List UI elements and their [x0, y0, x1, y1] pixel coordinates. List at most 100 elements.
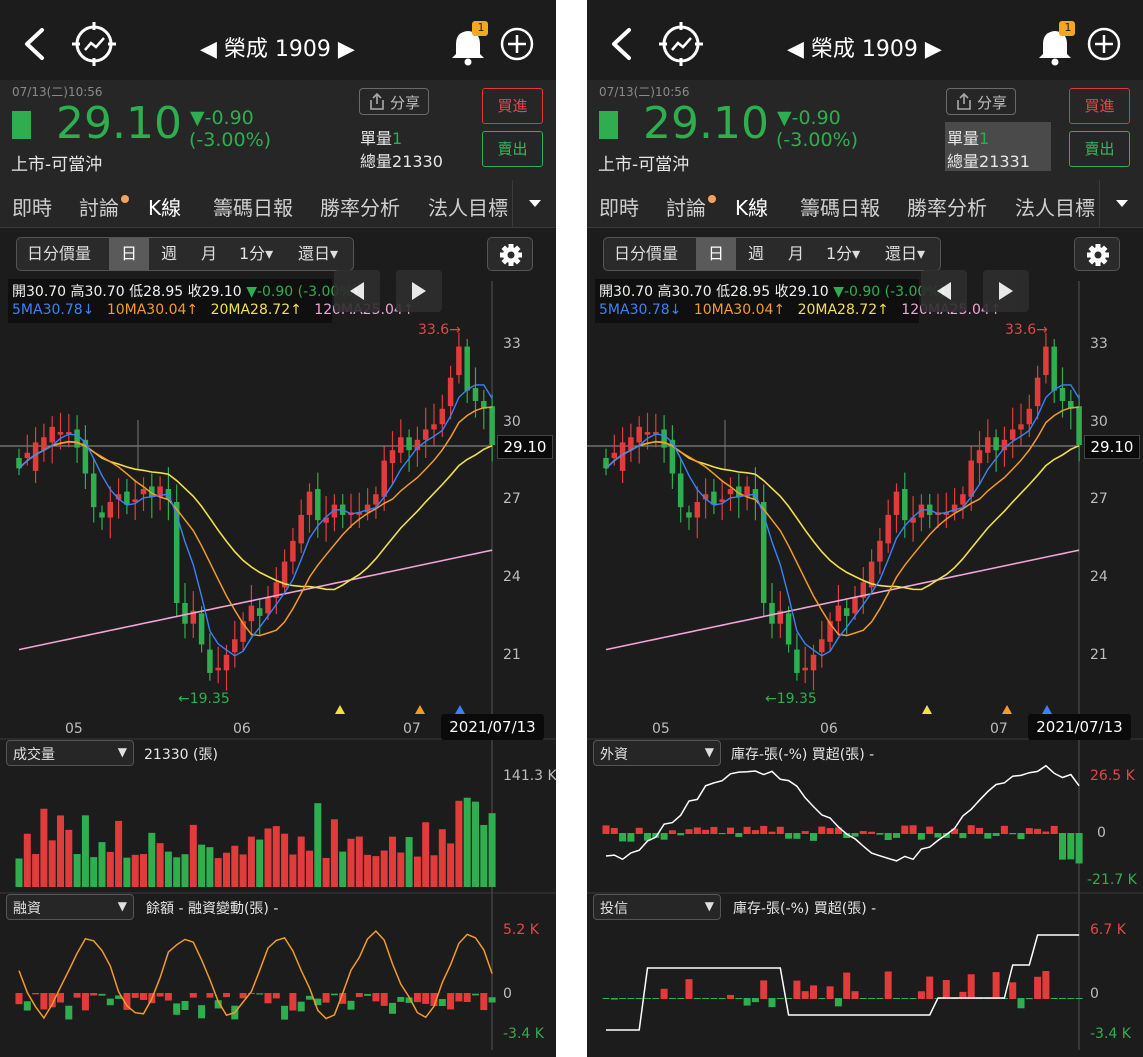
candle-body — [968, 460, 974, 497]
candle-body — [852, 597, 858, 614]
trust-bar — [602, 998, 610, 999]
triangle-right-icon — [999, 282, 1013, 300]
trust-bar — [884, 971, 892, 999]
sub2-indicator-select[interactable]: 融資 ▼ — [6, 894, 134, 920]
volume-bar — [247, 836, 255, 887]
candle-body — [223, 654, 230, 671]
sub2-select-label: 融資 — [13, 901, 41, 917]
foreign-bar — [685, 829, 693, 834]
ma10-value: 10MA30.04↑ — [693, 302, 786, 318]
trust-bar — [718, 998, 726, 999]
signal-triangle-icon — [922, 705, 932, 714]
candle-body — [1051, 346, 1057, 391]
margin-bar — [239, 993, 247, 999]
margin-bar — [438, 999, 446, 1007]
candle-body — [306, 491, 313, 515]
foreign-bar — [1067, 833, 1075, 860]
volume-bar — [380, 850, 388, 887]
sub1-select-label: 外資 — [600, 747, 628, 763]
signal-triangle-icon — [1002, 705, 1012, 714]
margin-bar — [455, 993, 463, 1002]
trust-bar — [926, 976, 934, 999]
candle-body — [694, 501, 701, 518]
y-tick: 27 — [1090, 491, 1108, 507]
trust-bar — [801, 991, 809, 999]
volume-bar — [98, 842, 106, 887]
candle-body — [198, 613, 205, 645]
candle-body — [489, 406, 495, 446]
candle-body — [456, 346, 462, 376]
candle-body — [951, 504, 958, 513]
volume-bar — [463, 797, 471, 887]
volume-bar — [480, 824, 488, 887]
candle-body — [785, 613, 792, 645]
caret-down-icon: ▼ — [704, 745, 714, 759]
trust-bar — [810, 985, 817, 999]
candle-body — [711, 491, 717, 505]
trust-bar — [776, 998, 784, 999]
foreign-bar — [677, 833, 685, 836]
signal-triangle-icon — [335, 705, 345, 714]
margin-bar — [472, 993, 479, 996]
volume-bar — [281, 833, 289, 887]
y-tick: 33 — [1090, 336, 1108, 352]
triangle-left-icon — [937, 282, 951, 300]
sub1-indicator-select[interactable]: 成交量 ▼ — [6, 740, 134, 766]
sub1-indicator-select[interactable]: 外資 ▼ — [593, 740, 721, 766]
triangle-right-icon — [412, 282, 426, 300]
margin-bar — [206, 993, 214, 998]
date-tag: 2021/07/13 — [441, 714, 544, 740]
margin-bar — [480, 993, 488, 1011]
trust-bar — [743, 998, 751, 1006]
trust-bar — [693, 998, 701, 999]
signal-triangle-icon — [455, 705, 465, 714]
candle-body — [381, 460, 387, 497]
trust-bar — [893, 998, 900, 999]
trust-bar — [1017, 998, 1025, 1009]
sub2-indicator-select[interactable]: 投信 ▼ — [593, 894, 721, 920]
open-value: 開30.70 — [599, 284, 654, 300]
next-candle-button[interactable] — [983, 270, 1029, 312]
volume-bar — [214, 858, 222, 887]
prev-candle-button[interactable] — [921, 270, 967, 312]
margin-bar — [272, 993, 280, 999]
candle-body — [835, 605, 842, 622]
volume-bar — [65, 829, 73, 887]
margin-bar — [322, 993, 330, 1003]
candle-body — [843, 608, 850, 616]
foreign-bar — [1009, 833, 1017, 835]
y-tick: 21 — [503, 647, 521, 663]
margin-bar — [73, 993, 81, 998]
sub2-axis-mid: 0 — [1090, 986, 1099, 1002]
candle-body — [810, 654, 817, 671]
x-tick: 06 — [820, 721, 838, 737]
volume-bar — [472, 801, 479, 887]
volume-bar — [364, 854, 372, 887]
x-tick: 05 — [65, 721, 83, 737]
foreign-bar — [619, 833, 627, 842]
volume-bar — [239, 854, 247, 887]
left-screen: ◀ 榮成 1909 ▶ 1 07/13(二)10:56 29.10 ▼-0.90… — [0, 0, 556, 1057]
margin-bar — [281, 1005, 289, 1020]
last-price-tag: 29.10 — [497, 435, 553, 459]
volume-bar — [140, 854, 147, 887]
prev-candle-button[interactable] — [334, 270, 380, 312]
margin-bar — [372, 993, 380, 1002]
foreign-bar — [884, 833, 892, 840]
high-label: 33.6→ — [418, 322, 461, 338]
candle-body — [49, 426, 55, 443]
volume-bar — [355, 836, 363, 887]
trust-bar — [735, 998, 743, 999]
volume-bar — [23, 833, 31, 887]
next-candle-button[interactable] — [396, 270, 442, 312]
candle-body — [1034, 377, 1041, 407]
foreign-bar — [1050, 825, 1058, 834]
volume-bar — [297, 836, 305, 887]
high-value: 高30.70 — [70, 284, 125, 300]
volume-bar — [347, 838, 355, 887]
foreign-bar — [976, 827, 983, 834]
sub2-axis-mid: 0 — [503, 986, 512, 1002]
candle-body — [993, 437, 999, 451]
margin-balance-line — [18, 930, 493, 1020]
candle-body — [290, 540, 296, 562]
